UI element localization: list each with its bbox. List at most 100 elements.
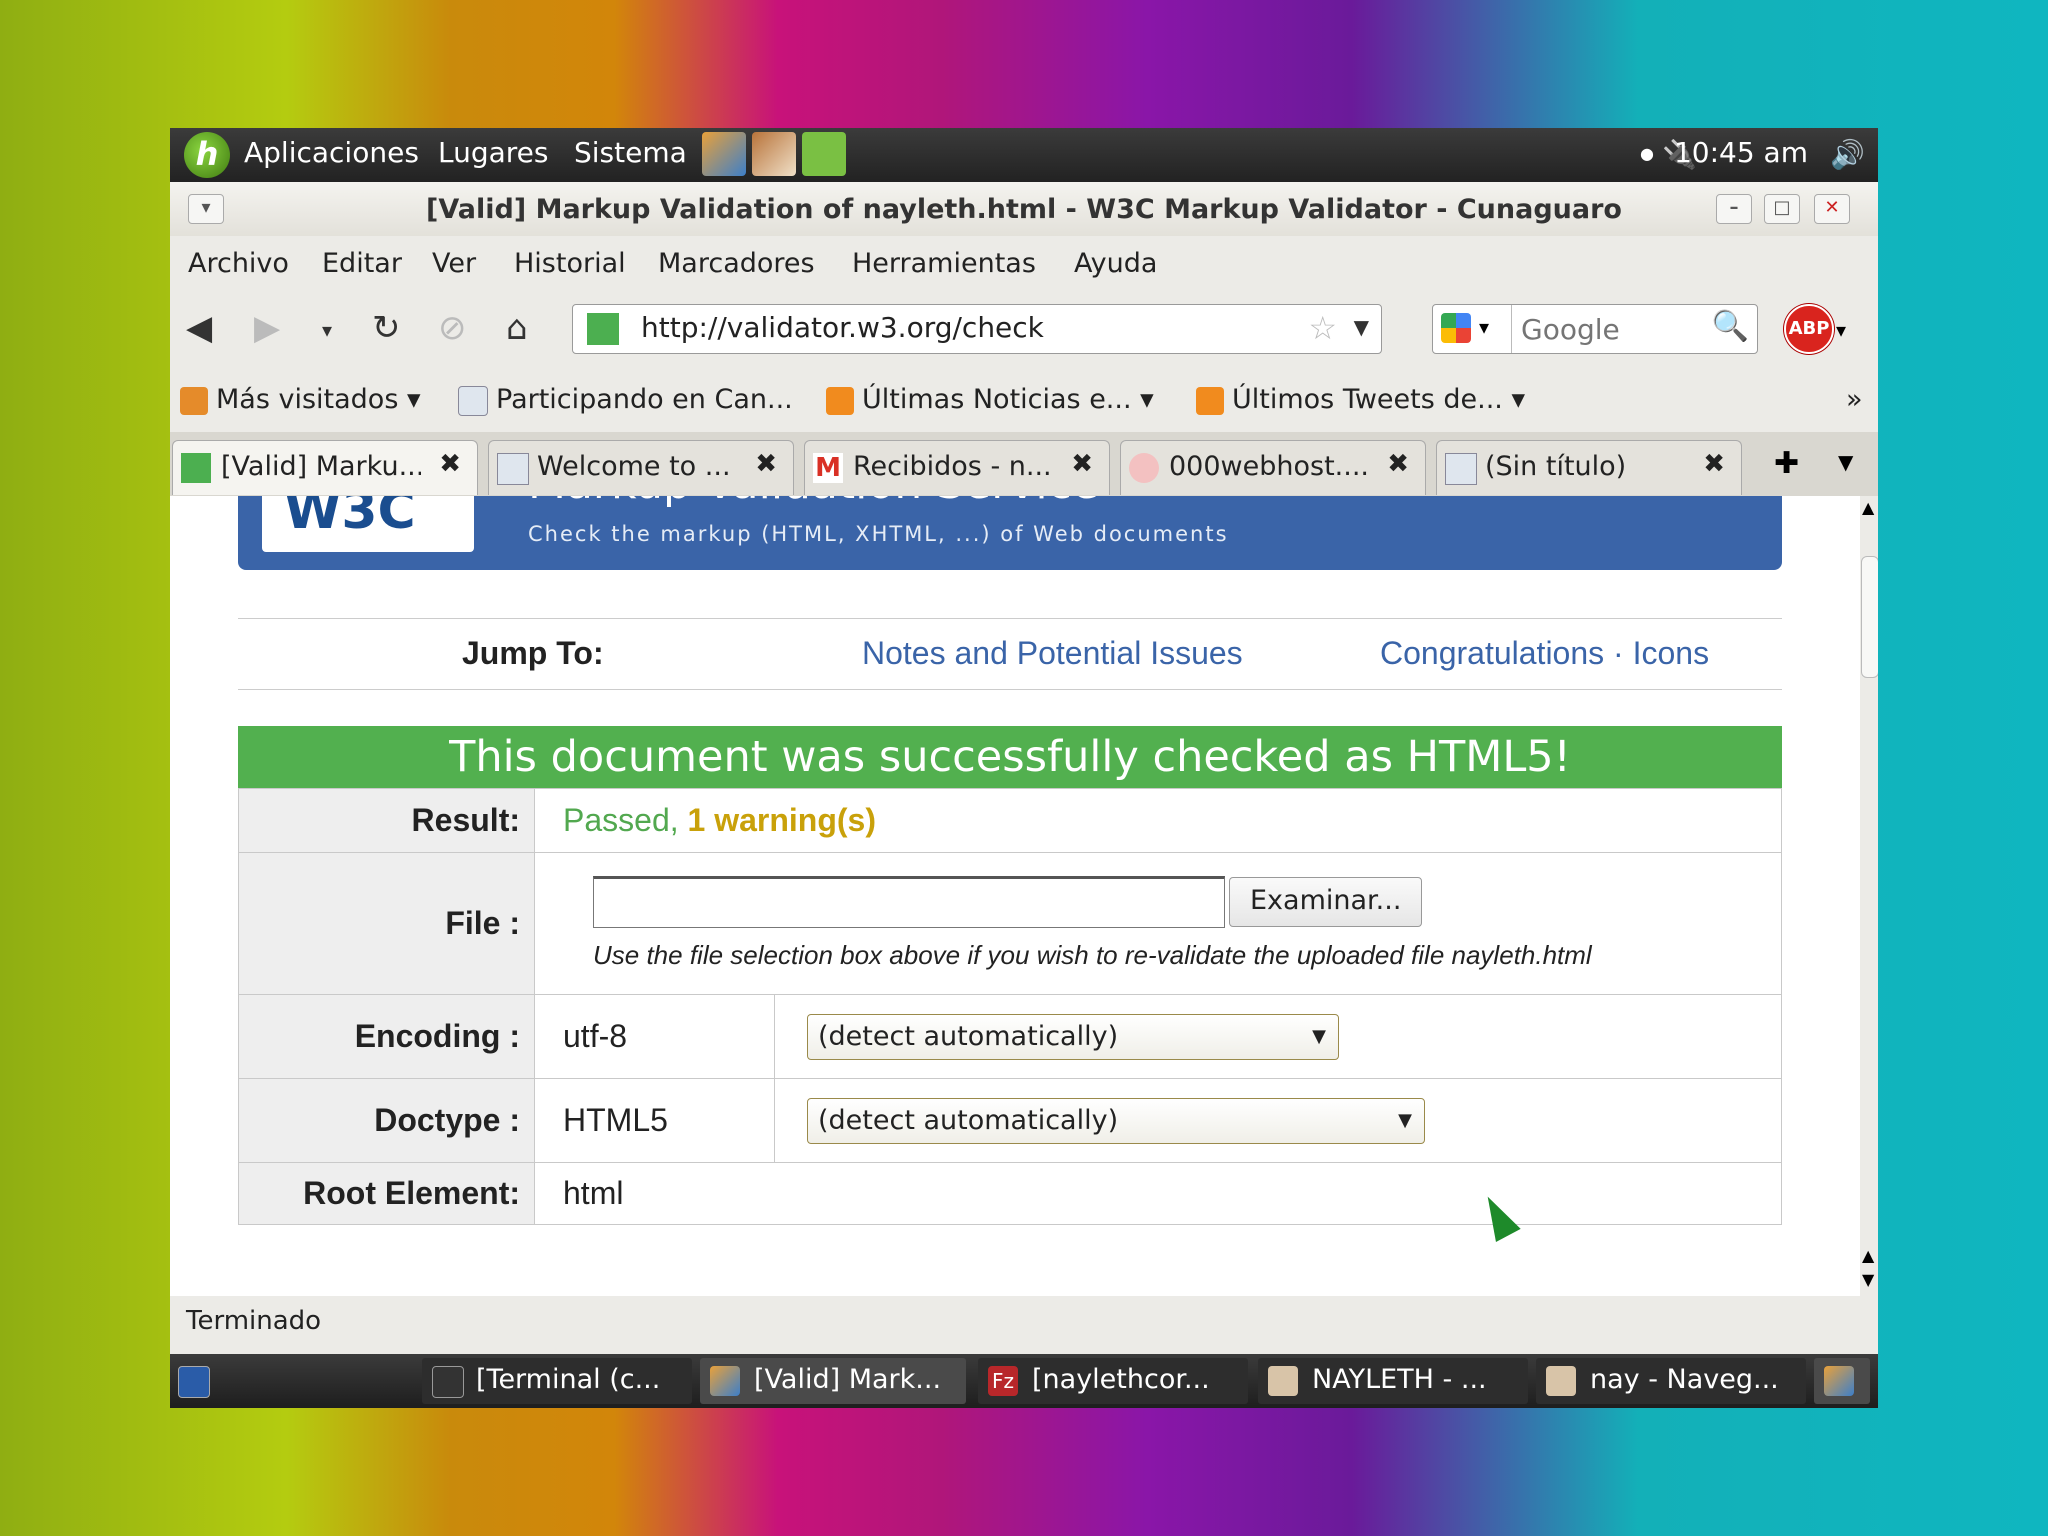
menu-sistema[interactable]: Sistema [574, 136, 687, 169]
maximize-button[interactable]: □ [1764, 194, 1800, 224]
task-label: [Valid] Mark... [754, 1364, 942, 1395]
tab-valid-markup[interactable]: [Valid] Marku... ✖ [172, 440, 478, 495]
show-desktop-icon[interactable] [176, 1358, 210, 1404]
url-dropdown-icon[interactable]: ▼ [1354, 315, 1369, 339]
gmail-icon: M [813, 453, 843, 483]
w3c-banner: W3C Markup Validation Service Check the … [238, 496, 1782, 570]
tab-favicon-icon [181, 453, 211, 483]
tab-000webhost[interactable]: 000webhost.... ✖ [1120, 440, 1426, 495]
window-title: [Valid] Markup Validation of nayleth.htm… [426, 194, 1622, 225]
bookmark-participando[interactable]: Participando en Can... [458, 384, 793, 416]
tab-sin-titulo[interactable]: (Sin título) ✖ [1436, 440, 1742, 495]
url-bar[interactable]: http://validator.w3.org/check ☆ ▼ [572, 304, 1382, 354]
page-content: W3C Markup Validation Service Check the … [170, 496, 1860, 1296]
menu-aplicaciones[interactable]: Aplicaciones [244, 136, 419, 169]
tab-close-icon[interactable]: ✖ [439, 449, 461, 479]
clock[interactable]: 10:45 am [1674, 136, 1808, 169]
bookmark-label: Últimas Noticias e... ▾ [862, 384, 1154, 415]
bookmarks-overflow-icon[interactable]: » [1846, 384, 1863, 415]
bookmark-label: Más visitados ▾ [216, 384, 421, 415]
encoding-select[interactable]: (detect automatically) ▼ [807, 1013, 1339, 1060]
stop-icon[interactable]: ⊘ [438, 308, 467, 348]
bookmark-ultimos-tweets[interactable]: Últimos Tweets de... ▾ [1196, 384, 1525, 415]
browse-button[interactable]: Examinar... [1229, 877, 1423, 927]
gnome-logo-icon[interactable]: h [184, 132, 230, 178]
search-icon[interactable]: 🔍 [1712, 309, 1749, 344]
scroll-down-icon[interactable]: ▼ [1862, 1270, 1874, 1289]
menu-herramientas[interactable]: Herramientas [852, 248, 1036, 279]
top-panel: h Aplicaciones Lugares Sistema ● 🔌 10:45… [170, 128, 1878, 182]
search-box[interactable]: ▾ 🔍 [1432, 304, 1758, 354]
mail-launcher-icon[interactable] [752, 132, 796, 176]
close-window-button[interactable]: ✕ [1814, 194, 1850, 224]
tab-close-icon[interactable]: ✖ [755, 449, 777, 479]
encoding-select-value: (detect automatically) [818, 1020, 1119, 1052]
adblock-dropdown-icon[interactable]: ▾ [1836, 318, 1846, 342]
bookmark-star-icon[interactable]: ☆ [1308, 309, 1337, 347]
new-tab-plus-icon[interactable]: ✚ [1774, 446, 1799, 481]
menu-editar[interactable]: Editar [322, 248, 402, 279]
file-hint: Use the file selection box above if you … [593, 940, 1592, 970]
google-engine-icon[interactable] [1441, 313, 1471, 343]
tab-label: 000webhost.... [1169, 451, 1369, 482]
task-browser[interactable]: [Valid] Mark... [700, 1358, 966, 1404]
file-label: File : [238, 852, 535, 995]
tab-list-dropdown-icon[interactable]: ▼ [1838, 450, 1853, 474]
tab-welcome[interactable]: Welcome to ... ✖ [488, 440, 794, 495]
menu-ayuda[interactable]: Ayuda [1074, 248, 1157, 279]
site-favicon-icon [587, 313, 619, 345]
tab-label: (Sin título) [1485, 451, 1627, 482]
bookmark-ultimas-noticias[interactable]: Últimas Noticias e... ▾ [826, 384, 1154, 415]
adblock-plus-icon[interactable]: ABP [1784, 304, 1834, 354]
minimize-button[interactable]: – [1716, 194, 1752, 224]
scroll-up-icon-lower[interactable]: ▲ [1862, 1246, 1874, 1265]
notes-link[interactable]: Notes and Potential Issues [862, 635, 1243, 672]
doctype-select[interactable]: (detect automatically) ▼ [807, 1097, 1425, 1144]
task-nayleth[interactable]: NAYLETH - ... [1258, 1358, 1528, 1404]
rss-icon [1196, 386, 1224, 415]
encoding-label: Encoding : [238, 994, 535, 1079]
tab-favicon-icon [1445, 453, 1477, 485]
leaf-launcher-icon[interactable] [802, 132, 846, 176]
tab-recibidos[interactable]: M Recibidos - n... ✖ [804, 440, 1110, 495]
menu-lugares[interactable]: Lugares [438, 136, 549, 169]
root-element-value: html [534, 1162, 1782, 1225]
file-row: File : Examinar... Use the file selectio… [238, 852, 1782, 995]
search-input[interactable] [1519, 311, 1713, 347]
forward-arrow-icon[interactable]: ▶ [254, 308, 280, 348]
task-browser-mini[interactable] [1814, 1358, 1870, 1404]
file-input[interactable] [593, 876, 1225, 928]
menu-historial[interactable]: Historial [514, 248, 626, 279]
browser-launcher-icon[interactable] [702, 132, 746, 176]
tab-close-icon[interactable]: ✖ [1071, 449, 1093, 479]
menu-marcadores[interactable]: Marcadores [658, 248, 815, 279]
doctype-select-cell: (detect automatically) ▼ [774, 1078, 1782, 1163]
home-icon[interactable]: ⌂ [506, 308, 528, 348]
bookmark-mas-visitados[interactable]: Más visitados ▾ [180, 384, 421, 415]
back-arrow-icon[interactable]: ◀ [186, 308, 212, 348]
scrollbar-thumb[interactable] [1861, 556, 1878, 678]
reload-icon[interactable]: ↻ [372, 308, 401, 348]
menu-archivo[interactable]: Archivo [188, 248, 289, 279]
task-nay-navegador[interactable]: nay - Naveg... [1536, 1358, 1806, 1404]
tab-close-icon[interactable]: ✖ [1387, 449, 1409, 479]
congratulations-link[interactable]: Congratulations · Icons [1380, 635, 1709, 672]
file-cell: Examinar... Use the file selection box a… [534, 852, 1782, 995]
warning-link[interactable]: 1 warning(s) [688, 802, 876, 838]
chevron-down-icon: ▼ [1312, 1025, 1326, 1047]
task-filezilla[interactable]: Fz [naylethcor... [978, 1358, 1248, 1404]
volume-icon[interactable]: 🔊 [1830, 138, 1865, 171]
engine-dropdown-icon[interactable]: ▾ [1479, 315, 1489, 339]
w3c-logo[interactable]: W3C [262, 496, 474, 552]
status-bar: Terminado [170, 1296, 1878, 1346]
tab-label: Recibidos - n... [853, 451, 1052, 482]
browser-icon [710, 1366, 740, 1396]
tab-close-icon[interactable]: ✖ [1703, 449, 1725, 479]
url-text[interactable]: http://validator.w3.org/check [641, 311, 1044, 344]
editor-icon [1268, 1366, 1298, 1396]
vertical-scrollbar[interactable]: ▲ ▲ ▼ [1860, 496, 1878, 1296]
history-dropdown-icon[interactable]: ▾ [322, 318, 332, 342]
scroll-up-icon[interactable]: ▲ [1862, 498, 1874, 517]
menu-ver[interactable]: Ver [432, 248, 476, 279]
task-terminal[interactable]: [Terminal (c... [422, 1358, 692, 1404]
